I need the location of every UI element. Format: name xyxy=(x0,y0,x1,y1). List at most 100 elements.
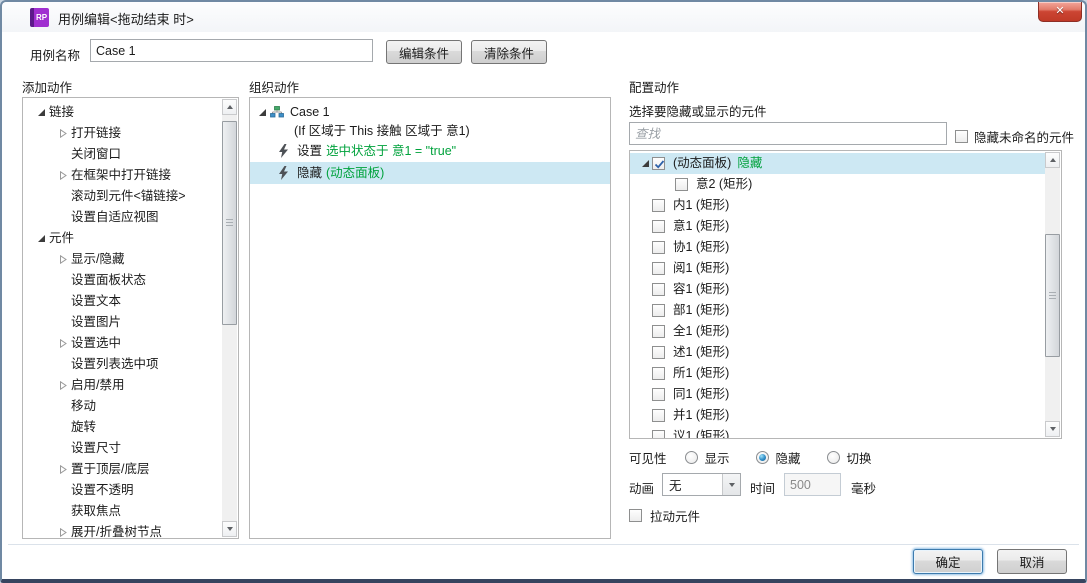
widget-checkbox[interactable] xyxy=(652,199,665,212)
expander-open-icon[interactable] xyxy=(33,108,49,117)
add-action-item[interactable]: 元件 xyxy=(23,228,222,249)
case-step-item[interactable]: 隐藏(动态面板) xyxy=(250,162,610,184)
edit-condition-button[interactable]: 编辑条件 xyxy=(386,40,462,64)
radio-unselected[interactable] xyxy=(827,451,840,464)
add-action-item[interactable]: 设置列表选中项 xyxy=(23,354,222,375)
widget-item[interactable]: 全1 (矩形) xyxy=(630,321,1045,342)
add-action-label: 置于顶层/底层 xyxy=(71,459,149,480)
arrow-up-icon xyxy=(227,105,233,109)
widget-checkbox[interactable] xyxy=(652,346,665,359)
widget-checkbox[interactable] xyxy=(675,178,688,191)
expander-open-icon[interactable] xyxy=(638,159,652,168)
widget-checkbox[interactable] xyxy=(652,262,665,275)
add-action-item[interactable]: 设置文本 xyxy=(23,291,222,312)
add-action-item[interactable]: 移动 xyxy=(23,396,222,417)
widget-item[interactable]: 意2 (矩形) xyxy=(630,174,1045,195)
add-action-item[interactable]: 打开链接 xyxy=(23,123,222,144)
widget-item[interactable]: 并1 (矩形) xyxy=(630,405,1045,426)
widget-checkbox[interactable] xyxy=(652,220,665,233)
widget-item[interactable]: 阅1 (矩形) xyxy=(630,258,1045,279)
scroll-down-button[interactable] xyxy=(222,521,237,537)
expander-closed-icon[interactable] xyxy=(55,528,71,537)
widget-checkbox[interactable] xyxy=(652,325,665,338)
radio-unselected[interactable] xyxy=(685,451,698,464)
widget-item[interactable]: 述1 (矩形) xyxy=(630,342,1045,363)
add-action-item[interactable]: 旋转 xyxy=(23,417,222,438)
widget-checkbox[interactable] xyxy=(652,241,665,254)
widget-item[interactable]: (动态面板)隐藏 xyxy=(630,153,1045,174)
add-action-item[interactable]: 置于顶层/底层 xyxy=(23,459,222,480)
widget-list-scrollbar[interactable] xyxy=(1045,152,1060,437)
widget-search-input[interactable] xyxy=(629,122,947,145)
radio-selected[interactable] xyxy=(756,451,769,464)
widget-item[interactable]: 容1 (矩形) xyxy=(630,279,1045,300)
pull-widget-row[interactable]: 拉动元件 xyxy=(629,506,700,525)
case-step-item[interactable]: 设置选中状态于 意1 = "true" xyxy=(250,140,610,162)
expander-closed-icon[interactable] xyxy=(55,465,71,474)
cancel-button[interactable]: 取消 xyxy=(997,549,1067,574)
case-name: Case 1 xyxy=(290,102,330,123)
scroll-up-button[interactable] xyxy=(1045,152,1060,168)
combo-arrow[interactable] xyxy=(722,474,740,495)
widget-checkbox[interactable] xyxy=(652,157,665,170)
add-action-item[interactable]: 启用/禁用 xyxy=(23,375,222,396)
scroll-down-button[interactable] xyxy=(1045,421,1060,437)
add-actions-scrollbar[interactable] xyxy=(222,99,237,537)
widget-item[interactable]: 部1 (矩形) xyxy=(630,300,1045,321)
time-input[interactable] xyxy=(784,473,841,496)
case-tree-item[interactable]: Case 1 xyxy=(250,102,610,122)
animation-label: 动画 xyxy=(629,478,654,497)
visibility-option[interactable]: 切换 xyxy=(827,448,872,467)
visibility-option[interactable]: 显示 xyxy=(685,448,730,467)
ok-button[interactable]: 确定 xyxy=(913,549,983,574)
expander-open-icon[interactable] xyxy=(254,108,270,117)
add-action-item[interactable]: 设置自适应视图 xyxy=(23,207,222,228)
add-action-item[interactable]: 设置选中 xyxy=(23,333,222,354)
expander-open-icon[interactable] xyxy=(33,234,49,243)
scroll-up-button[interactable] xyxy=(222,99,237,115)
add-action-item[interactable]: 设置尺寸 xyxy=(23,438,222,459)
widget-checkbox[interactable] xyxy=(652,430,665,439)
add-action-label: 显示/隐藏 xyxy=(71,249,124,270)
widget-checkbox[interactable] xyxy=(652,388,665,401)
widget-item[interactable]: 同1 (矩形) xyxy=(630,384,1045,405)
pull-widget-checkbox[interactable] xyxy=(629,509,642,522)
add-action-label: 打开链接 xyxy=(71,123,121,144)
expander-closed-icon[interactable] xyxy=(55,381,71,390)
scrollbar-thumb[interactable] xyxy=(222,121,237,325)
add-action-item[interactable]: 在框架中打开链接 xyxy=(23,165,222,186)
widget-checkbox[interactable] xyxy=(652,283,665,296)
add-action-item[interactable]: 设置不透明 xyxy=(23,480,222,501)
widget-item[interactable]: 内1 (矩形) xyxy=(630,195,1045,216)
add-action-label: 获取焦点 xyxy=(71,501,121,522)
clear-condition-button[interactable]: 清除条件 xyxy=(471,40,547,64)
add-action-item[interactable]: 获取焦点 xyxy=(23,501,222,522)
widget-checkbox[interactable] xyxy=(652,367,665,380)
add-action-item[interactable]: 显示/隐藏 xyxy=(23,249,222,270)
widget-item[interactable]: 所1 (矩形) xyxy=(630,363,1045,384)
add-action-item[interactable]: 设置面板状态 xyxy=(23,270,222,291)
widget-item[interactable]: 意1 (矩形) xyxy=(630,216,1045,237)
hide-unnamed-checkbox[interactable] xyxy=(955,130,968,143)
add-action-item[interactable]: 展开/折叠树节点 xyxy=(23,522,222,539)
title-bar[interactable]: RP 用例编辑<拖动结束 时> xyxy=(2,2,1085,32)
visibility-option[interactable]: 隐藏 xyxy=(756,448,801,467)
close-button[interactable]: ✕ xyxy=(1038,2,1082,22)
animation-select[interactable]: 无 xyxy=(662,473,741,496)
add-action-label: 设置选中 xyxy=(71,333,121,354)
expander-closed-icon[interactable] xyxy=(55,339,71,348)
case-name-input[interactable] xyxy=(90,39,373,62)
widget-checkbox[interactable] xyxy=(652,304,665,317)
add-action-item[interactable]: 链接 xyxy=(23,102,222,123)
expander-closed-icon[interactable] xyxy=(55,171,71,180)
add-action-item[interactable]: 设置图片 xyxy=(23,312,222,333)
hide-unnamed-row[interactable]: 隐藏未命名的元件 xyxy=(955,127,1074,146)
scrollbar-thumb[interactable] xyxy=(1045,234,1060,357)
expander-closed-icon[interactable] xyxy=(55,129,71,138)
expander-closed-icon[interactable] xyxy=(55,255,71,264)
add-action-item[interactable]: 关闭窗口 xyxy=(23,144,222,165)
widget-item[interactable]: 协1 (矩形) xyxy=(630,237,1045,258)
widget-checkbox[interactable] xyxy=(652,409,665,422)
widget-item[interactable]: 议1 (矩形) xyxy=(630,426,1045,439)
add-action-item[interactable]: 滚动到元件<锚链接> xyxy=(23,186,222,207)
